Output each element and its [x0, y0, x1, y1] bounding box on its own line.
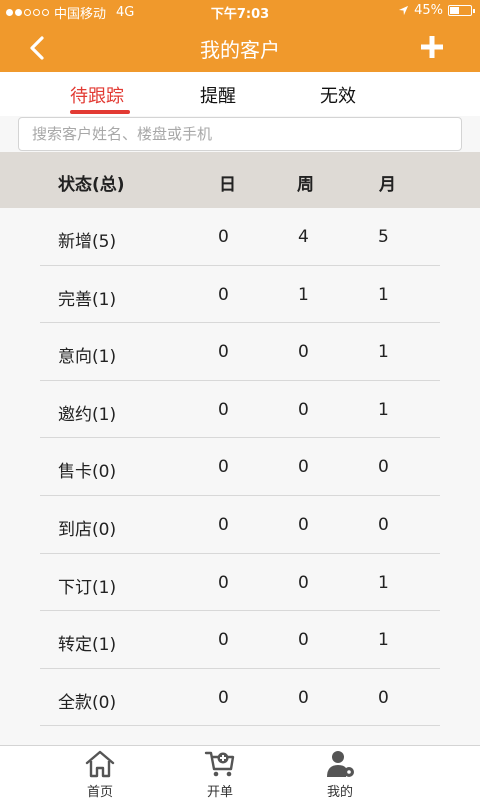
row-status: 新增(5): [58, 232, 117, 252]
table-row[interactable]: 下订(1) 0 0 1: [40, 554, 440, 612]
row-week: 0: [298, 514, 309, 535]
table-row[interactable]: 完善(1) 0 1 1: [40, 266, 440, 324]
tab-pending[interactable]: 待跟踪: [70, 82, 124, 108]
active-tab-indicator: [70, 110, 130, 114]
row-week: 1: [298, 284, 309, 305]
row-day: 0: [218, 630, 229, 651]
row-status: 全款(0): [58, 692, 117, 713]
home-icon: [85, 750, 115, 778]
table-row[interactable]: 邀约(1) 0 0 1: [40, 381, 440, 439]
tab-reminder[interactable]: 提醒: [200, 82, 236, 108]
row-week: 0: [298, 687, 309, 708]
nav-bar: 我的客户: [0, 22, 480, 72]
status-table: 新增(5) 0 4 5 完善(1) 0 1 1 意向(1) 0 0 1 邀约(1…: [0, 208, 480, 727]
tabbar-mine[interactable]: 我的: [300, 748, 380, 800]
table-row[interactable]: 转定(1) 0 0 1: [40, 611, 440, 669]
header-month: 月: [379, 175, 396, 195]
row-month: 1: [378, 572, 389, 593]
row-week: 0: [298, 572, 309, 593]
table-row[interactable]: 售卡(0) 0 0 0: [40, 438, 440, 496]
tabbar-mine-label: 我的: [326, 785, 353, 800]
search-input[interactable]: [19, 118, 461, 150]
row-day: 0: [218, 399, 229, 420]
table-row[interactable]: 新增(5) 0 4 5: [40, 208, 440, 266]
header-day: 日: [219, 175, 236, 195]
header-week: 周: [297, 175, 314, 195]
battery-icon: [448, 5, 475, 16]
row-status: 意向(1): [58, 347, 117, 368]
table-row[interactable]: 意向(1) 0 0 1: [40, 323, 440, 381]
tabbar-home-label: 首页: [86, 785, 113, 800]
row-month: 1: [378, 284, 389, 305]
row-status: 下订(1): [58, 577, 117, 598]
row-day: 0: [218, 227, 229, 247]
battery-level: [450, 7, 459, 14]
row-week: 0: [298, 342, 309, 363]
row-week: 0: [298, 399, 309, 420]
page-title: 我的客户: [200, 38, 280, 62]
row-month: 1: [378, 399, 389, 420]
status-bar: 中国移动 4G 下午7:03 45%: [0, 0, 480, 22]
row-day: 0: [218, 457, 229, 478]
tab-invalid[interactable]: 无效: [320, 82, 356, 108]
tabbar-home[interactable]: 首页: [60, 748, 140, 800]
row-month: 1: [378, 342, 389, 363]
table-row[interactable]: 全款(0) 0 0 0: [40, 669, 440, 727]
search-box: [18, 117, 462, 151]
row-month: 0: [378, 457, 389, 478]
header-status: 状态(总): [58, 175, 125, 195]
table-header: 状态(总) 日 周 月: [0, 152, 480, 208]
status-right: 45%: [398, 3, 475, 18]
location-arrow-icon: [399, 5, 409, 16]
row-week: 4: [298, 227, 309, 247]
bottom-tab-bar: 首页 开单 我的: [0, 745, 480, 800]
row-day: 0: [218, 572, 229, 593]
plus-icon[interactable]: [420, 35, 444, 59]
row-month: 0: [378, 687, 389, 708]
row-status: 售卡(0): [58, 462, 117, 483]
row-status: 邀约(1): [58, 404, 117, 425]
row-day: 0: [218, 284, 229, 305]
row-status: 完善(1): [58, 289, 117, 310]
battery-percent: 45%: [414, 3, 443, 18]
tabbar-order-label: 开单: [206, 785, 233, 800]
user-settings-icon: [327, 751, 354, 777]
segment-tabs: 待跟踪 提醒 无效: [0, 72, 480, 116]
row-day: 0: [218, 514, 229, 535]
row-week: 0: [298, 630, 309, 651]
table-row[interactable]: 到店(0) 0 0 0: [40, 496, 440, 554]
row-day: 0: [218, 687, 229, 708]
cart-add-icon: [204, 751, 235, 777]
row-month: 0: [378, 514, 389, 535]
row-status: 转定(1): [58, 635, 117, 656]
row-week: 0: [298, 457, 309, 478]
row-day: 0: [218, 342, 229, 363]
row-month: 5: [378, 227, 389, 247]
tabbar-order[interactable]: 开单: [180, 748, 260, 800]
row-month: 1: [378, 630, 389, 651]
row-status: 到店(0): [58, 519, 117, 540]
